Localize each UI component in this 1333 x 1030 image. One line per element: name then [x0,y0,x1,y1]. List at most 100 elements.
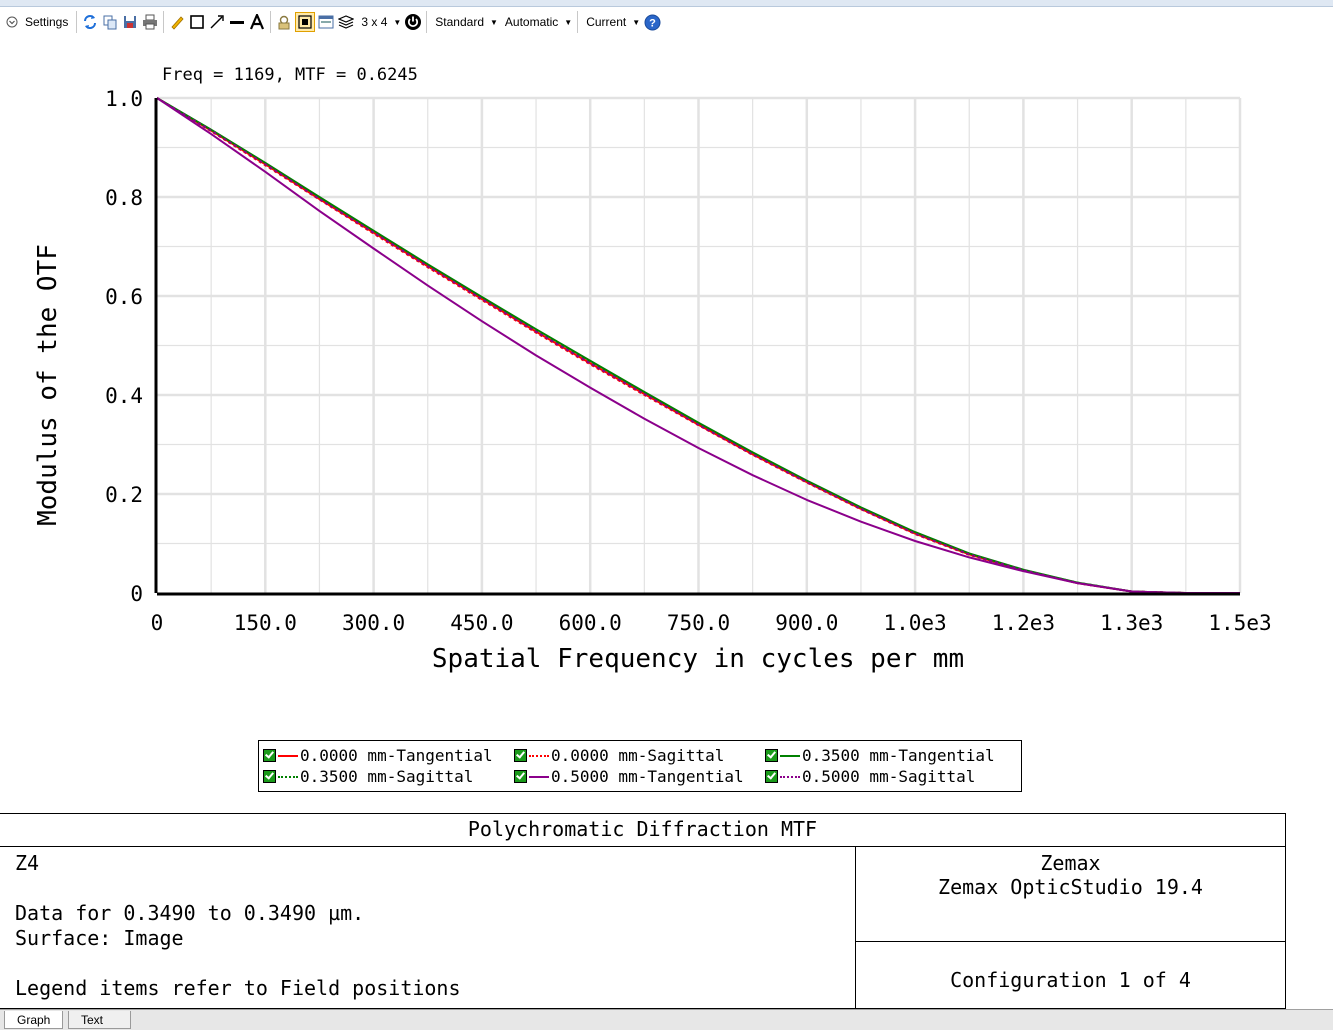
x-axis-title: Spatial Frequency in cycles per mm [432,644,964,674]
legend-item[interactable]: 0.0000 mm-Sagittal [514,746,765,765]
legend-item[interactable]: 0.3500 mm-Tangential [765,746,1016,765]
tick-labels: 0 150.0 300.0 450.0 600.0 750.0 900.0 1.0e3 1.2e… [105,87,1272,635]
legend-label: 0.0000 mm-Sagittal [551,746,725,765]
toolbar-separator [426,11,428,33]
y-tick-label: 0.6 [105,285,143,309]
legend-item[interactable]: 0.5000 mm-Tangential [514,767,765,786]
checkbox-icon[interactable] [263,770,276,783]
frequency-readout: Freq = 1169, MTF = 0.6245 [162,65,418,85]
x-tick-label: 0 [151,611,164,635]
info-box: Polychromatic Diffraction MTF Z4 Data fo… [0,813,1286,1009]
legend-swatch [278,754,298,757]
y-tick-label: 0.4 [105,384,143,408]
legend-label: 0.0000 mm-Tangential [300,746,493,765]
caret-down-icon: ▼ [490,17,498,27]
legend-label: 0.5000 mm-Sagittal [802,767,976,786]
current-label: Current [586,15,627,29]
settings-label: Settings [25,15,69,29]
toolbar-separator [577,11,579,33]
toolbar: Settings 3 x 4 ▼ Standard ▼ Automatic ▼ … [0,7,1333,37]
checkbox-icon[interactable] [514,770,527,783]
pencil-icon[interactable] [168,13,186,31]
tab-bar: Graph Text [0,1009,1333,1030]
checkbox-icon[interactable] [765,749,778,762]
legend-swatch [529,775,549,778]
legend-note: Legend items refer to Field positions [15,976,461,1000]
y-tick-label: 0.2 [105,483,143,507]
surface-info: Surface: Image [15,926,184,950]
checkbox-icon[interactable] [514,749,527,762]
tab-text[interactable]: Text [68,1011,131,1029]
standard-label: Standard [435,15,484,29]
settings-button[interactable]: Settings [0,10,73,34]
text-tool-icon[interactable] [248,13,266,31]
lock-icon[interactable] [275,13,293,31]
file-name: Z4 [15,851,40,875]
tab-graph[interactable]: Graph [4,1011,64,1029]
x-tick-label: 600.0 [559,611,622,635]
y-tick-label: 1.0 [105,87,143,111]
layout-label: 3 x 4 [361,15,388,29]
legend-swatch [780,754,800,757]
x-tick-label: 900.0 [775,611,838,635]
info-details: Z4 Data for 0.3490 to 0.3490 µm. Surface… [0,847,856,1008]
legend-item[interactable]: 0.5000 mm-Sagittal [765,767,1016,786]
toolbar-separator [270,11,272,33]
x-tick-label: 1.2e3 [992,611,1055,635]
company-name: Zemax [1040,851,1101,875]
y-axis-title: Modulus of the OTF [33,244,63,526]
current-dropdown[interactable]: Current ▼ [581,10,642,34]
layers-icon[interactable] [337,13,355,31]
configuration-info: Configuration 1 of 4 [950,968,1191,992]
legend-label: 0.3500 mm-Sagittal [300,767,474,786]
y-tick-label: 0.8 [105,186,143,210]
x-tick-label: 1.5e3 [1208,611,1271,635]
legend-label: 0.3500 mm-Tangential [802,746,995,765]
automatic-label: Automatic [504,15,559,29]
caret-down-icon: ▼ [564,17,573,27]
grid [157,96,1242,593]
toolbar-separator [163,11,165,33]
legend-swatch [780,775,800,778]
legend-swatch [529,754,549,757]
y-tick-label: 0 [130,582,143,606]
product-name: Zemax OpticStudio 19.4 [938,875,1203,899]
x-tick-label: 1.3e3 [1100,611,1163,635]
automatic-dropdown[interactable]: Automatic ▼ [500,10,574,34]
svg-text:?: ? [649,17,656,29]
legend: 0.0000 mm-Tangential 0.0000 mm-Sagittal … [258,740,1022,792]
checkbox-icon[interactable] [263,749,276,762]
print-icon[interactable] [141,13,159,31]
power-icon[interactable] [404,13,422,31]
help-icon[interactable]: ? [643,13,661,31]
line-icon[interactable] [228,13,246,31]
x-tick-label: 300.0 [342,611,405,635]
legend-item[interactable]: 0.3500 mm-Sagittal [263,767,514,786]
legend-label: 0.5000 mm-Tangential [551,767,744,786]
window-icon[interactable] [317,13,335,31]
arrow-icon[interactable] [208,13,226,31]
chevron-down-circle-icon [3,13,21,31]
window-title-strip [0,0,1333,7]
legend-row: 0.0000 mm-Tangential 0.0000 mm-Sagittal … [263,745,1021,766]
x-tick-label: 750.0 [667,611,730,635]
standard-dropdown[interactable]: Standard ▼ [430,10,500,34]
caret-down-icon: ▼ [393,17,402,27]
legend-row: 0.3500 mm-Sagittal 0.5000 mm-Tangential … [263,766,1021,787]
x-tick-label: 1.0e3 [883,611,946,635]
checkbox-icon[interactable] [765,770,778,783]
x-tick-label: 450.0 [450,611,513,635]
layout-dropdown[interactable]: 3 x 4 ▼ [356,10,403,34]
caret-down-icon: ▼ [632,17,641,27]
legend-item[interactable]: 0.0000 mm-Tangential [263,746,514,765]
refresh-icon[interactable] [81,13,99,31]
wavelength-range: Data for 0.3490 to 0.3490 µm. [15,901,365,925]
zoom-extents-icon[interactable] [295,12,316,32]
product-info: Zemax Zemax OpticStudio 19.4 [856,847,1285,942]
rectangle-icon[interactable] [188,13,206,31]
save-icon[interactable] [121,13,139,31]
copy-icon[interactable] [101,13,119,31]
legend-swatch [278,775,298,778]
